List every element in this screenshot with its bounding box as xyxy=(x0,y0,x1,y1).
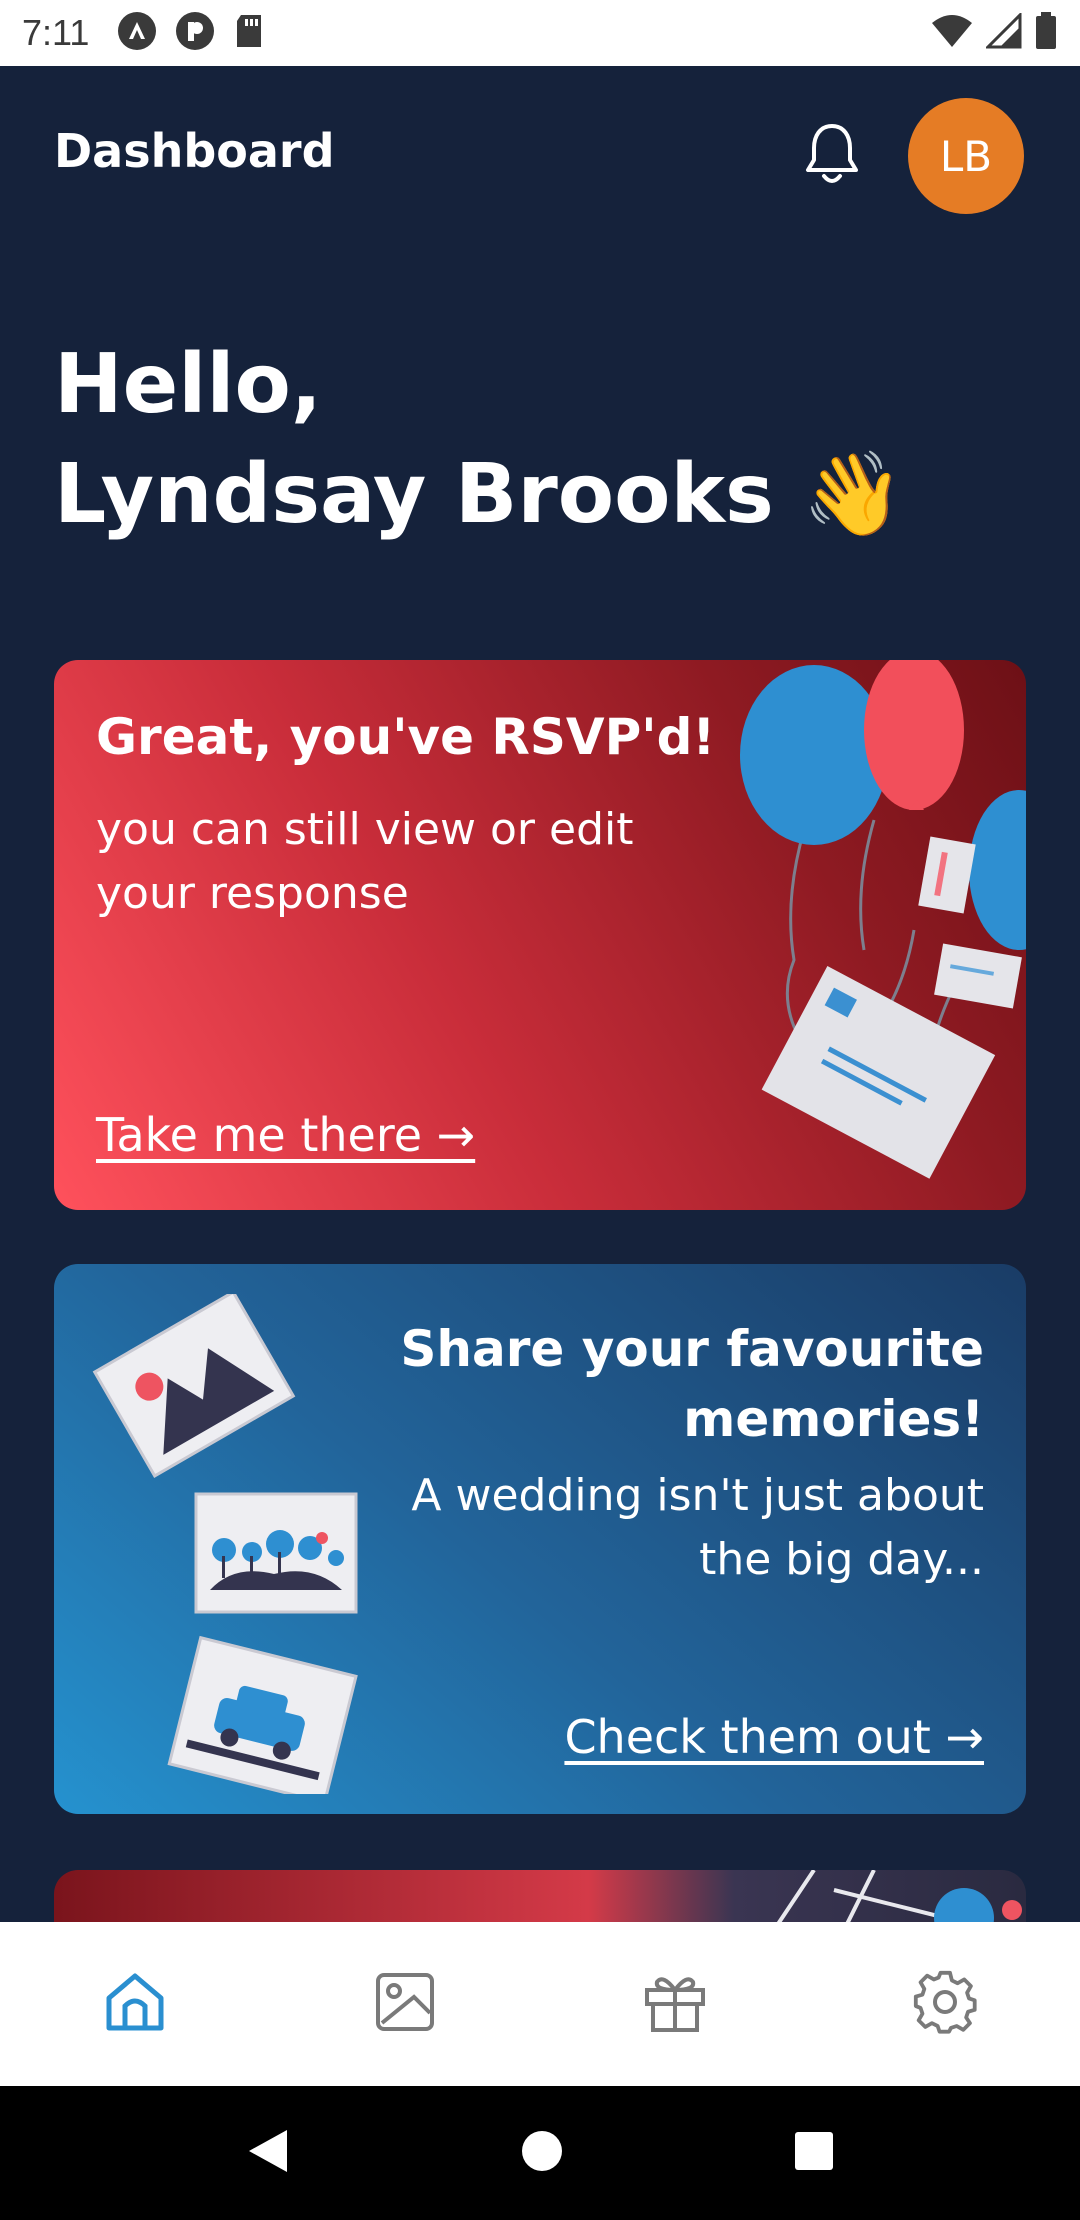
wave-emoji: 👋 xyxy=(802,447,905,542)
photos-illustration xyxy=(92,1294,358,1794)
settings-icon xyxy=(912,1969,978,2039)
pocket-notification-icon xyxy=(175,11,215,55)
memories-card-title: Share your favourite memories! xyxy=(400,1320,984,1448)
balloons-envelope-illustration xyxy=(740,660,1026,1179)
status-bar: 7:11 xyxy=(0,0,1080,66)
greeting-name-line: Lyndsay Brooks 👋 xyxy=(54,440,904,550)
nav-gallery[interactable] xyxy=(345,1944,465,2064)
battery-icon xyxy=(1034,12,1058,54)
home-icon xyxy=(103,1970,167,2038)
memories-card-subtitle: A wedding isn't just about the big day..… xyxy=(411,1470,984,1585)
check-them-out-link[interactable]: Check them out → xyxy=(564,1710,984,1764)
back-icon[interactable] xyxy=(245,2126,291,2180)
rsvp-card-subtitle: you can still view or edit your response xyxy=(96,804,634,919)
home-circle-icon[interactable] xyxy=(520,2129,564,2177)
avatar[interactable]: LB xyxy=(908,98,1024,214)
nav-settings[interactable] xyxy=(885,1944,1005,2064)
map-illustration xyxy=(772,1870,1022,1930)
system-navigation-bar xyxy=(0,2086,1080,2220)
rsvp-card-title: Great, you've RSVP'd! xyxy=(96,708,716,766)
take-me-there-link[interactable]: Take me there → xyxy=(96,1108,475,1162)
sd-card-icon xyxy=(233,13,265,53)
gift-icon xyxy=(643,1970,707,2038)
rsvp-card[interactable]: Great, you've RSVP'd! you can still view… xyxy=(54,660,1026,1210)
app-notification-icon xyxy=(117,11,157,55)
page-title: Dashboard xyxy=(54,124,335,178)
greeting-hello: Hello, xyxy=(54,337,322,432)
status-time: 7:11 xyxy=(22,12,90,53)
image-icon xyxy=(374,1971,436,2037)
signal-icon xyxy=(984,11,1022,53)
greeting: Hello, Lyndsay Brooks 👋 xyxy=(54,330,904,550)
app-header: Dashboard LB xyxy=(0,66,1080,240)
wifi-icon xyxy=(930,13,974,53)
memories-card[interactable]: Share your favourite memories! A wedding… xyxy=(54,1264,1026,1814)
nav-gifts[interactable] xyxy=(615,1944,735,2064)
bottom-navigation xyxy=(0,1922,1080,2086)
nav-home[interactable] xyxy=(75,1944,195,2064)
notification-bell-icon[interactable] xyxy=(800,120,864,188)
greeting-name: Lyndsay Brooks xyxy=(54,447,774,542)
recents-icon[interactable] xyxy=(793,2130,835,2176)
